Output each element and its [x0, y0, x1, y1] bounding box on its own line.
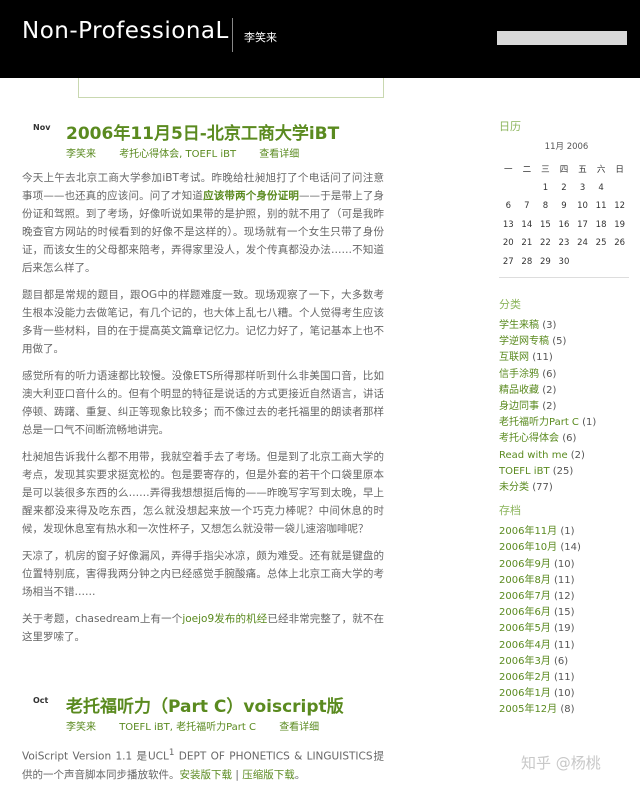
category-item: 学逆网专稿 (5)	[499, 336, 567, 348]
category-item: 信手涂鸦 (6)	[499, 368, 557, 380]
archives-heading: 存档	[499, 504, 521, 518]
header-divider	[232, 18, 233, 52]
category-item: 考托心得体会 (6)	[499, 433, 577, 445]
install-download-link[interactable]: 安装版下载	[180, 769, 233, 781]
post-categories[interactable]: 考托心得体会, TOEFL iBT	[119, 149, 236, 160]
archive-item: 2006年9月 (10)	[499, 558, 575, 570]
zip-download-link[interactable]: 压缩版下载	[242, 769, 295, 781]
post-author[interactable]: 李笑来	[66, 149, 96, 160]
archive-link[interactable]: 2006年11月	[499, 526, 557, 537]
archive-item: 2006年3月 (6)	[499, 655, 569, 667]
category-link[interactable]: 身边同事	[499, 401, 539, 412]
archive-item: 2006年1月 (10)	[499, 688, 575, 700]
calendar-caption: 11月 2006	[544, 142, 589, 152]
archive-item: 2006年5月 (19)	[499, 623, 575, 635]
category-item: 精品收藏 (2)	[499, 384, 557, 396]
calendar-heading: 日历	[499, 120, 521, 133]
archive-link[interactable]: 2006年10月	[499, 542, 557, 553]
archive-item: 2006年10月 (14)	[499, 542, 581, 554]
archive-link[interactable]: 2006年6月	[499, 607, 551, 618]
category-link[interactable]: TOEFL iBT	[499, 466, 550, 477]
calendar: 一 二 三 四 五 六 日 1234 6 7 8 9 10 11 12 13 14 15 16 17…	[499, 160, 629, 271]
post-author[interactable]: 李笑来	[66, 722, 96, 733]
divider	[499, 277, 629, 278]
highlight-text: 应该带两个身份证明	[203, 190, 300, 202]
category-link[interactable]: 考托心得体会	[499, 433, 559, 444]
archive-link[interactable]: 2006年8月	[499, 575, 551, 586]
calendar-week: 6 7 8 9 10 11 12	[505, 201, 626, 212]
site-title[interactable]: Non-ProfessionaL	[22, 18, 229, 44]
archive-item: 2006年2月 (11)	[499, 672, 575, 684]
divider	[78, 78, 79, 98]
post-title[interactable]: 2006年11月5日-北京工商大学iBT	[66, 119, 339, 144]
post-paragraph: 感觉所有的听力语速都比较慢。没像ETS所得那样听到什么非美国口音，比如澳大利亚口…	[22, 370, 384, 436]
post-month: Oct	[33, 696, 49, 705]
category-item: 互联网 (11)	[499, 352, 553, 364]
archive-link[interactable]: 2006年5月	[499, 623, 551, 634]
archive-link[interactable]: 2006年4月	[499, 640, 551, 651]
archives-list: 2006年11月 (1) 2006年10月 (14) 2006年9月 (10) …	[499, 524, 634, 718]
category-link[interactable]: 老托福听力Part C	[499, 417, 579, 428]
archive-link[interactable]: 2006年2月	[499, 672, 551, 683]
post-body: 今天上午去北京工商大学参加iBT考试。昨晚给杜昶旭打了个电话问了问注意事项——也…	[22, 169, 384, 655]
categories-heading: 分类	[499, 298, 521, 311]
category-item: Read with me (2)	[499, 449, 585, 461]
post-paragraph: 关于考题，chasedream上有一个joejo9发布的机经已经非常完整了，就不…	[22, 613, 384, 643]
post-meta: 李笑来 TOEFL iBT, 老托福听力Part C 查看详细	[66, 718, 339, 733]
post-meta: 李笑来 考托心得体会, TOEFL iBT 查看详细	[66, 145, 319, 160]
sidebar: 日历 11月 2006 一 二 三 四 五 六 日 1234 6 7 8 9 10 11 1…	[499, 118, 634, 719]
category-link[interactable]: 学逆网专稿	[499, 336, 549, 347]
archive-item: 2006年4月 (11)	[499, 639, 575, 651]
category-item: 老托福听力Part C (1)	[499, 417, 597, 429]
post-categories[interactable]: TOEFL iBT, 老托福听力Part C	[119, 722, 256, 733]
divider	[78, 97, 384, 98]
category-item: 学生来稿 (3)	[499, 320, 557, 331]
category-item: 身边同事 (2)	[499, 401, 557, 413]
category-item: 未分类 (77)	[499, 482, 553, 494]
post-paragraph: VoiScript Version 1.1 是UCL1 DEPT OF PHON…	[22, 748, 384, 781]
archive-link[interactable]: 2006年3月	[499, 656, 551, 667]
archive-item: 2006年7月 (12)	[499, 591, 575, 603]
calendar-week: 27 28 29 30	[502, 256, 570, 267]
post-month: Nov	[33, 123, 51, 132]
category-link[interactable]: Read with me	[499, 450, 568, 461]
site-tagline: 李笑来	[244, 31, 277, 44]
site-header: Non-ProfessionaL 李笑来	[0, 0, 640, 78]
watermark: 知乎 @杨桃	[521, 754, 601, 772]
search-input[interactable]	[497, 31, 627, 45]
post-paragraph: 今天上午去北京工商大学参加iBT考试。昨晚给杜昶旭打了个电话问了问注意事项——也…	[22, 172, 385, 274]
calendar-week: 13 14 15 16 17 18 19	[502, 219, 626, 230]
archive-item: 2006年11月 (1)	[499, 526, 575, 538]
category-link[interactable]: 信手涂鸦	[499, 369, 539, 380]
post-paragraph: 杜昶旭告诉我什么都不用带，我就空着手去了考场。但是到了北京工商大学的考点，发现其…	[22, 451, 384, 535]
category-link[interactable]: 未分类	[499, 482, 529, 493]
category-link[interactable]: 互联网	[499, 352, 529, 363]
archive-item: 2006年8月 (11)	[499, 574, 575, 586]
archive-link[interactable]: 2005年12月	[499, 704, 557, 715]
divider	[383, 78, 384, 98]
post-details-link[interactable]: 查看详细	[279, 722, 319, 733]
archive-item: 2006年6月 (15)	[499, 607, 575, 619]
archive-link[interactable]: 2006年7月	[499, 591, 551, 602]
categories-list: 学生来稿 (3) 学逆网专稿 (5) 互联网 (11) 信手涂鸦 (6) 精品收…	[499, 318, 634, 496]
post-paragraph: 题目都是常规的题目，跟OG中的样题难度一致。现场观察了一下，大多数考生根本没能力…	[22, 289, 384, 355]
calendar-week: 1234	[542, 182, 604, 193]
machine-notes-link[interactable]: joejo9发布的机经	[182, 613, 267, 625]
calendar-week: 20 21 22 23 24 25 26	[502, 238, 626, 249]
post-body: VoiScript Version 1.1 是UCL1 DEPT OF PHON…	[22, 744, 384, 785]
calendar-weekdays: 一 二 三 四 五 六 日	[504, 165, 624, 176]
category-link[interactable]: 学生来稿	[499, 320, 539, 331]
post-paragraph: 天凉了，机房的窗子好像漏风，弄得手指尖冰凉，颇为难受。还有就是键盘的位置特别底，…	[22, 550, 384, 598]
post-details-link[interactable]: 查看详细	[259, 149, 299, 160]
archive-link[interactable]: 2006年1月	[499, 688, 551, 699]
archive-item: 2005年12月 (8)	[499, 704, 575, 716]
category-link[interactable]: 精品收藏	[499, 385, 539, 396]
archive-link[interactable]: 2006年9月	[499, 559, 551, 570]
post-title[interactable]: 老托福听力（Part C）voiscript版	[66, 692, 344, 717]
category-item: TOEFL iBT (25)	[499, 465, 574, 477]
